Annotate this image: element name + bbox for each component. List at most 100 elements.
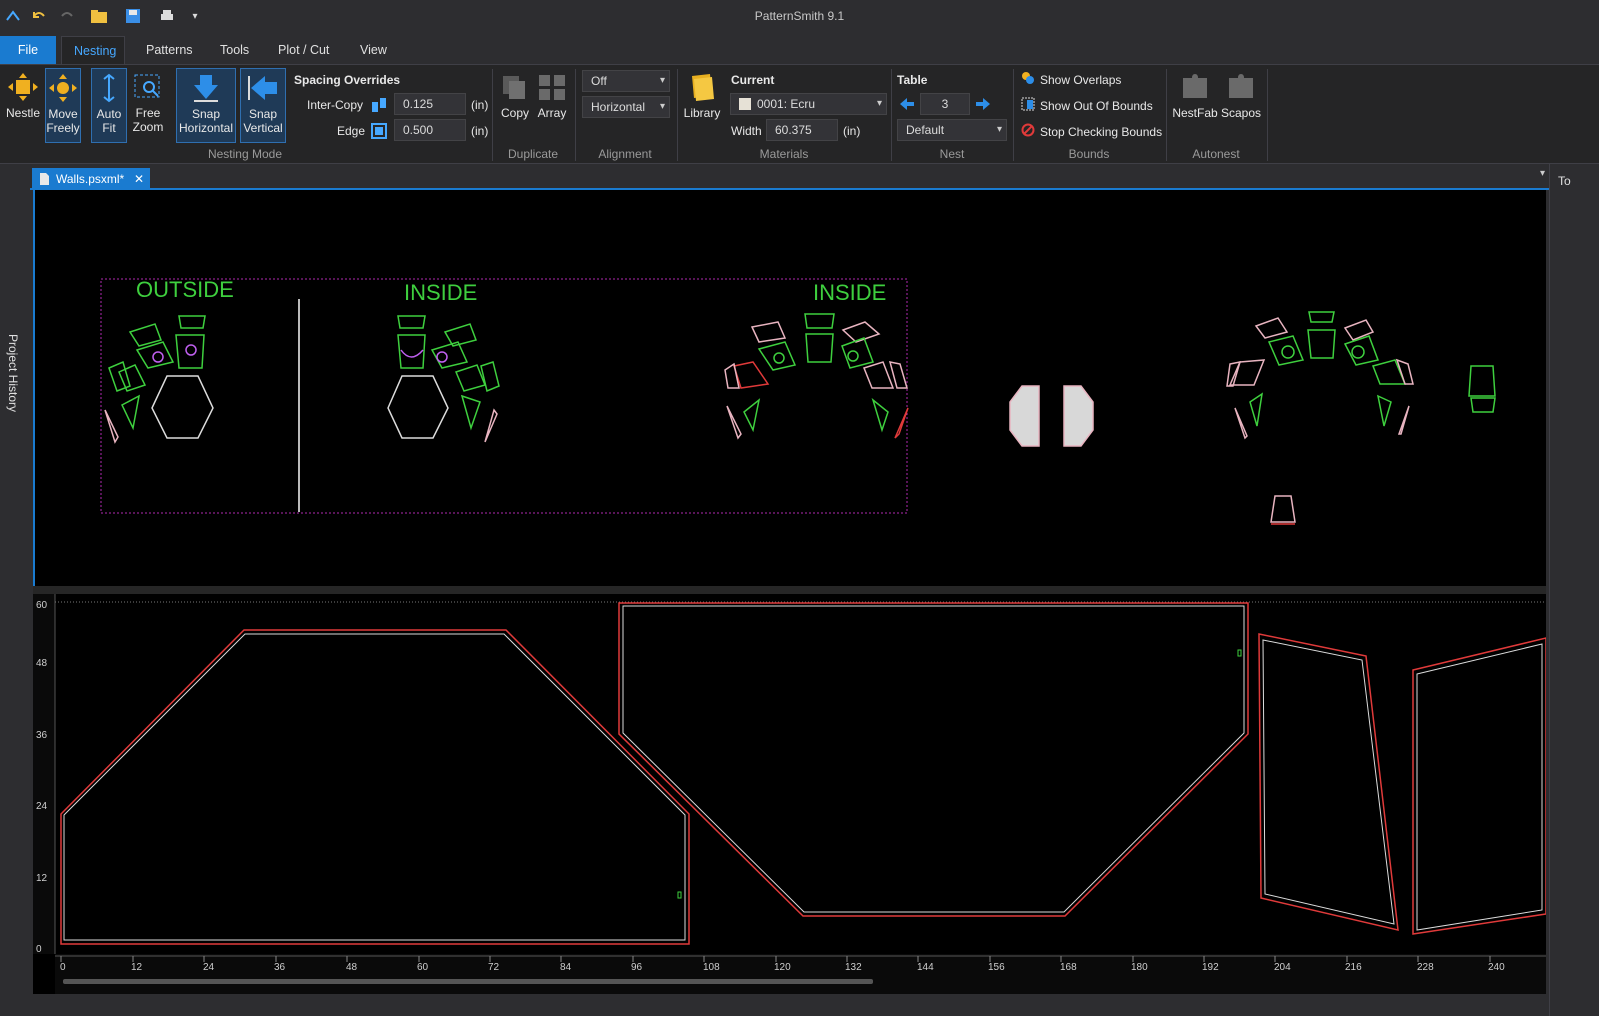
svg-text:204: 204 bbox=[1274, 962, 1291, 973]
outside-pattern-group[interactable] bbox=[104, 315, 214, 444]
inside-pattern-group[interactable] bbox=[387, 315, 500, 443]
width-label: Width bbox=[731, 124, 762, 138]
menu-file[interactable]: File bbox=[0, 36, 56, 64]
project-history-tab[interactable]: Project History bbox=[6, 334, 20, 412]
spacing-overrides-title: Spacing Overrides bbox=[294, 73, 401, 87]
show-out-of-bounds-icon bbox=[1021, 97, 1035, 111]
tab-plot-cut[interactable]: Plot / Cut bbox=[266, 36, 341, 64]
nestle-icon bbox=[8, 73, 38, 101]
next-table-icon[interactable] bbox=[975, 97, 991, 111]
array-icon bbox=[539, 75, 565, 100]
library-button[interactable]: Library bbox=[682, 68, 722, 143]
tab-view[interactable]: View bbox=[348, 36, 399, 64]
nestle-button[interactable]: Nestle bbox=[3, 68, 43, 143]
alignment-mode-select[interactable]: Off bbox=[582, 70, 670, 92]
free-zoom-button[interactable]: Free Zoom bbox=[130, 68, 166, 143]
nested-wall-pieces[interactable] bbox=[60, 602, 1546, 945]
alignment-group-label: Alignment bbox=[598, 147, 652, 161]
pattern-overview-canvas[interactable]: OUTSIDE INSIDE INSIDE bbox=[33, 190, 1546, 586]
move-freely-icon bbox=[49, 74, 77, 102]
svg-text:168: 168 bbox=[1060, 962, 1077, 973]
nestfab-button[interactable]: NestFab bbox=[1172, 68, 1218, 143]
tab-patterns[interactable]: Patterns bbox=[134, 36, 205, 64]
close-tab-icon[interactable]: ✕ bbox=[134, 168, 144, 190]
ruler-y-0: 0 bbox=[36, 944, 42, 955]
tab-list-dropdown-icon[interactable]: ▾ bbox=[1540, 168, 1545, 179]
title-bar: ▾ PatternSmith 9.1 bbox=[0, 0, 1599, 32]
width-field[interactable]: 60.375 bbox=[766, 119, 838, 141]
table-title: Table bbox=[897, 73, 928, 87]
auto-fit-button[interactable]: Auto Fit bbox=[91, 68, 127, 143]
nest-preset-select[interactable]: Default bbox=[897, 119, 1007, 141]
edge-field[interactable]: 0.500 bbox=[394, 119, 466, 141]
inter-copy-field[interactable]: 0.125 bbox=[394, 93, 466, 115]
bounds-group-label: Bounds bbox=[1068, 147, 1110, 161]
copy-button[interactable]: Copy bbox=[498, 68, 532, 143]
move-freely-button[interactable]: Move Freely bbox=[45, 68, 81, 143]
svg-text:132: 132 bbox=[845, 962, 862, 973]
svg-text:120: 120 bbox=[774, 962, 791, 973]
horizontal-scrollbar[interactable] bbox=[63, 979, 873, 984]
left-side-panel: Project History bbox=[0, 164, 30, 1016]
copy-icon bbox=[503, 76, 525, 99]
document-tab[interactable]: Walls.psxml* ✕ bbox=[32, 168, 150, 190]
stop-checking-bounds-button[interactable]: Stop Checking Bounds bbox=[1040, 125, 1162, 139]
snap-vertical-label-1: Snap bbox=[248, 107, 278, 121]
inter-copy-label: Inter-Copy bbox=[307, 98, 364, 112]
tab-tools[interactable]: Tools bbox=[208, 36, 261, 64]
show-overlaps-button[interactable]: Show Overlaps bbox=[1040, 73, 1121, 87]
library-icon bbox=[692, 74, 714, 101]
nesting-mode-group-label: Nesting Mode bbox=[207, 147, 283, 161]
array-button[interactable]: Array bbox=[534, 68, 570, 143]
right-panel-tab[interactable]: To bbox=[1558, 174, 1571, 188]
table-number-field[interactable]: 3 bbox=[920, 93, 970, 115]
duplicate-group-label: Duplicate bbox=[507, 147, 559, 161]
array-label: Array bbox=[537, 106, 567, 120]
document-tab-bar: Walls.psxml* ✕ ▾ bbox=[30, 164, 1549, 190]
right-side-panel: To bbox=[1549, 164, 1599, 1016]
edge-label: Edge bbox=[337, 124, 366, 138]
free-zoom-label-1: Free bbox=[135, 106, 161, 120]
materials-group-label: Materials bbox=[759, 147, 809, 161]
stop-checking-icon bbox=[1021, 123, 1035, 137]
scapos-label: Scapos bbox=[1220, 106, 1262, 120]
snap-left-arrow-icon bbox=[248, 76, 277, 100]
library-label: Library bbox=[683, 106, 721, 120]
free-zoom-icon bbox=[134, 74, 160, 98]
svg-text:192: 192 bbox=[1202, 962, 1219, 973]
x-axis-ticks: 0 12 24 36 48 60 72 84 96 108 120 132 14… bbox=[60, 962, 1505, 973]
svg-text:240: 240 bbox=[1488, 962, 1505, 973]
tab-nesting[interactable]: Nesting bbox=[61, 36, 125, 64]
snap-horizontal-button[interactable]: Snap Horizontal bbox=[176, 68, 236, 143]
side-panel-pieces[interactable] bbox=[1009, 385, 1094, 447]
svg-text:144: 144 bbox=[917, 962, 934, 973]
app-title: PatternSmith 9.1 bbox=[754, 9, 845, 23]
ribbon-separator bbox=[1267, 69, 1268, 161]
arc-pattern-group[interactable] bbox=[1226, 311, 1496, 525]
previous-table-icon[interactable] bbox=[899, 97, 915, 111]
mixed-pattern-group[interactable] bbox=[724, 313, 909, 440]
free-zoom-label-2: Zoom bbox=[132, 120, 164, 134]
edge-icon bbox=[371, 123, 387, 139]
file-icon bbox=[40, 173, 49, 185]
alignment-direction-select[interactable]: Horizontal bbox=[582, 96, 670, 118]
move-freely-label-1: Move bbox=[48, 107, 78, 121]
inside-label-1: INSIDE bbox=[404, 280, 477, 305]
menu-bar: File Nesting Patterns Tools Plot / Cut V… bbox=[0, 34, 1599, 64]
current-material-select[interactable]: 0001: Ecru bbox=[730, 93, 887, 115]
nesting-table-canvas[interactable]: 0 12 24 36 48 60 0 12 24 36 48 60 72 84 … bbox=[33, 594, 1546, 994]
scapos-button[interactable]: Scapos bbox=[1220, 68, 1262, 143]
snap-vertical-label-2: Vertical bbox=[243, 121, 283, 135]
ruler-y-24: 24 bbox=[36, 801, 48, 812]
edge-unit: (in) bbox=[471, 124, 489, 138]
snap-horizontal-label-1: Snap bbox=[191, 107, 221, 121]
nestfab-puzzle-icon bbox=[1183, 74, 1207, 98]
snap-vertical-button[interactable]: Snap Vertical bbox=[240, 68, 286, 143]
scapos-puzzle-icon bbox=[1229, 74, 1253, 98]
material-color-swatch bbox=[739, 98, 751, 110]
inside-label-2: INSIDE bbox=[813, 280, 886, 305]
ruler-y-36: 36 bbox=[36, 730, 48, 741]
inter-copy-unit: (in) bbox=[471, 98, 489, 112]
show-out-of-bounds-button[interactable]: Show Out Of Bounds bbox=[1040, 99, 1153, 113]
view-splitter[interactable] bbox=[33, 586, 1546, 594]
